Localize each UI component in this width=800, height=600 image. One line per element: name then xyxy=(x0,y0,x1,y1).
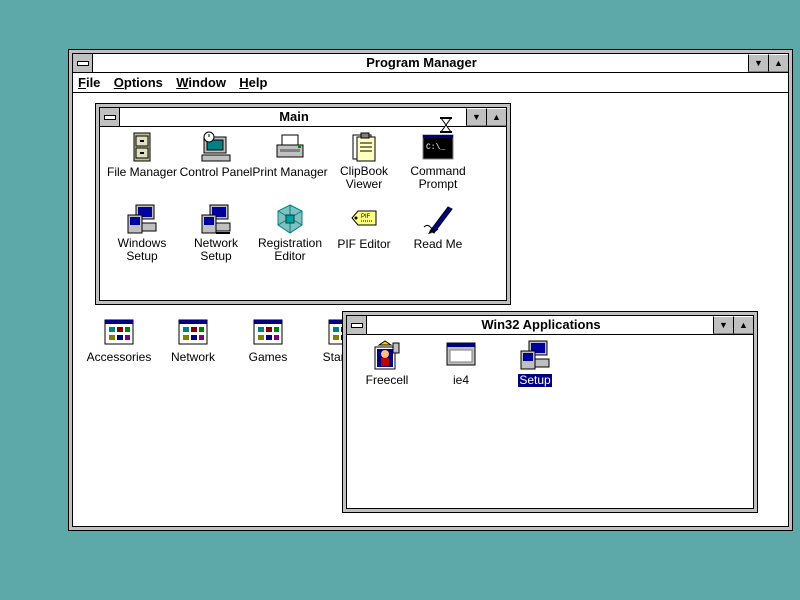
group-accessories[interactable]: Accessories xyxy=(79,316,159,364)
group-games[interactable]: Games xyxy=(228,316,308,364)
item-label: Network Setup xyxy=(193,236,238,263)
item-label: Control Panel xyxy=(179,165,253,179)
program-group-icon xyxy=(177,316,209,348)
system-menu-button[interactable] xyxy=(100,108,120,126)
system-menu-button[interactable] xyxy=(73,54,93,72)
item-label-selected: Setup xyxy=(518,373,552,387)
item-label: File Manager xyxy=(106,165,178,179)
read-me-item[interactable]: Read Me xyxy=(398,203,478,251)
minimize-button[interactable]: ▼ xyxy=(713,316,733,334)
registration-editor-item[interactable]: Registration Editor xyxy=(250,203,330,263)
window-icon xyxy=(445,339,477,371)
menu-file[interactable]: File xyxy=(73,73,105,92)
program-group-icon xyxy=(252,316,284,348)
group-label: Games xyxy=(248,350,288,364)
item-label: Registration Editor xyxy=(257,236,323,263)
read-me-icon xyxy=(422,203,454,235)
pif-editor-icon: PIF xyxy=(348,203,380,235)
svg-text:C:\_: C:\_ xyxy=(426,143,445,152)
item-label: Print Manager xyxy=(252,165,328,179)
item-label: PIF Editor xyxy=(337,237,391,251)
item-label: Read Me xyxy=(413,237,463,251)
main-group-content: File Manager Control Panel Print Manager… xyxy=(100,117,506,300)
main-group-frame: Main ▼ ▲ File Manager Control Panel Prin… xyxy=(99,107,507,301)
win32-applications-content: Freecell ie4 Setup xyxy=(347,335,753,508)
minimize-button[interactable]: ▼ xyxy=(466,108,486,126)
pif-editor-item[interactable]: PIF PIF Editor xyxy=(324,203,404,251)
item-label: Command Prompt xyxy=(410,164,466,191)
program-manager-titlebar[interactable]: Program Manager ▼ ▲ xyxy=(73,54,788,73)
setup-item[interactable]: Setup xyxy=(495,339,575,387)
file-manager-item[interactable]: File Manager xyxy=(102,131,182,179)
win32-applications-frame: Win32 Applications ▼ ▲ Freecell ie4 Setu… xyxy=(346,315,754,509)
main-group-window[interactable]: Main ▼ ▲ File Manager Control Panel Prin… xyxy=(95,103,511,305)
menu-bar: File Options Window Help xyxy=(73,73,788,93)
freecell-icon xyxy=(371,339,403,371)
print-manager-item[interactable]: Print Manager xyxy=(250,131,330,179)
network-setup-item[interactable]: Network Setup xyxy=(176,203,256,263)
win32-applications-titlebar[interactable]: Win32 Applications ▼ ▲ xyxy=(347,316,753,335)
windows-setup-item[interactable]: Windows Setup xyxy=(102,203,182,263)
clipbook-icon xyxy=(348,131,380,163)
win32-applications-title: Win32 Applications xyxy=(481,317,601,332)
control-panel-item[interactable]: Control Panel xyxy=(176,131,256,179)
item-label: ClipBook Viewer xyxy=(339,164,389,191)
menu-window[interactable]: Window xyxy=(171,73,231,92)
svg-text:PIF: PIF xyxy=(361,214,371,220)
group-network[interactable]: Network xyxy=(153,316,233,364)
command-prompt-item[interactable]: C:\_ Command Prompt xyxy=(398,117,478,191)
item-label: Windows Setup xyxy=(117,236,167,263)
group-label: Network xyxy=(170,350,215,364)
item-label: ie4 xyxy=(452,373,469,387)
system-menu-button[interactable] xyxy=(347,316,367,334)
printer-icon xyxy=(274,131,306,163)
file-manager-icon xyxy=(126,131,158,163)
command-prompt-icon: C:\_ xyxy=(422,117,454,163)
setup-icon xyxy=(519,339,551,371)
maximize-button[interactable]: ▲ xyxy=(486,108,506,126)
win32-applications-window[interactable]: Win32 Applications ▼ ▲ Freecell ie4 Setu… xyxy=(342,311,758,513)
menu-help[interactable]: Help xyxy=(234,73,272,92)
ie4-item[interactable]: ie4 xyxy=(421,339,501,387)
program-manager-title: Program Manager xyxy=(366,55,477,70)
maximize-button[interactable]: ▲ xyxy=(733,316,753,334)
clipbook-viewer-item[interactable]: ClipBook Viewer xyxy=(324,131,404,191)
menu-options[interactable]: Options xyxy=(109,73,168,92)
main-group-title: Main xyxy=(279,109,309,124)
minimize-button[interactable]: ▼ xyxy=(748,54,768,72)
registry-editor-icon xyxy=(274,203,306,235)
group-label: Accessories xyxy=(86,350,152,364)
item-label: Freecell xyxy=(365,373,409,387)
hourglass-icon xyxy=(440,117,452,133)
network-setup-icon xyxy=(200,203,232,235)
freecell-item[interactable]: Freecell xyxy=(347,339,427,387)
control-panel-icon xyxy=(200,131,232,163)
windows-setup-icon xyxy=(126,203,158,235)
maximize-button[interactable]: ▲ xyxy=(768,54,788,72)
program-group-icon xyxy=(103,316,135,348)
